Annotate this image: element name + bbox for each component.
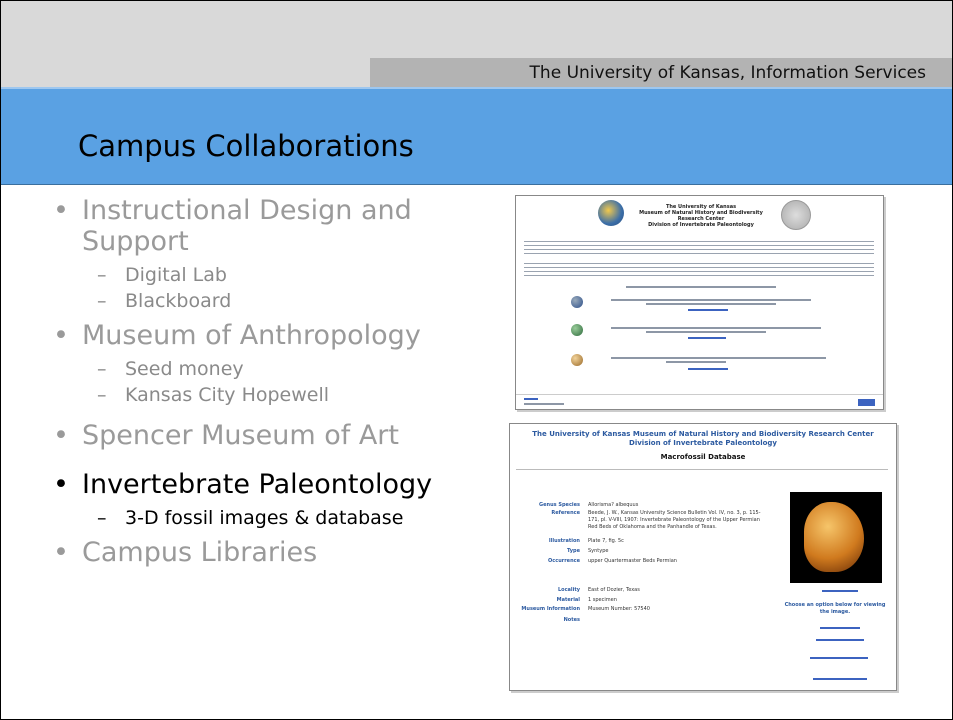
organization-name: The University of Kansas, Information Se… — [529, 63, 926, 83]
3d-animated-image-link[interactable] — [816, 639, 864, 641]
globe-logo-icon — [598, 200, 624, 226]
sub-bullet-label: 3-D fossil images & database — [125, 507, 404, 529]
field-value: Syntype — [588, 548, 609, 554]
description-paragraph — [524, 262, 874, 278]
bullet-label: Museum of Anthropology — [82, 320, 421, 351]
microfossil-text-2 — [666, 361, 726, 363]
field-label: Reference — [551, 510, 580, 516]
sub-bullet-item: Blackboard — [29, 288, 499, 314]
bullet-list: Instructional Design and Support Digital … — [29, 195, 499, 568]
screenshot-header-text: The University of Kansas Museum of Natur… — [639, 204, 763, 228]
macrofossil-icon — [571, 296, 583, 308]
bullet-label: Invertebrate Paleontology — [82, 469, 433, 500]
microfossil-icon — [571, 354, 583, 366]
sub-bullet-label: Blackboard — [125, 290, 232, 312]
screenshot-footer — [516, 394, 883, 409]
trace-fossil-link[interactable] — [688, 337, 726, 339]
bullet-label: Instructional Design and Support — [82, 195, 412, 257]
trace-fossil-text — [611, 327, 821, 329]
fossil-specimen-icon — [804, 502, 864, 572]
classification-link[interactable] — [822, 590, 858, 592]
database-page-subtitle: Macrofossil Database — [660, 453, 746, 461]
large-3d-animated-image-link[interactable] — [810, 657, 868, 659]
database-page-title: The University of Kansas Museum of Natur… — [532, 430, 874, 447]
field-label: Occurrence — [548, 558, 580, 564]
sub-bullet-label: Kansas City Hopewell — [125, 384, 330, 406]
macrofossil-database-screenshot: The University of Kansas Museum of Natur… — [509, 423, 897, 691]
sub-bullet-item: 3-D fossil images & database — [29, 505, 499, 531]
sub-bullet-item: Digital Lab — [29, 262, 499, 288]
slide: The University of Kansas, Information Se… — [0, 0, 953, 720]
field-label: Type — [566, 548, 580, 554]
footer-badge — [858, 399, 875, 406]
organization-bar: The University of Kansas, Information Se… — [370, 58, 952, 87]
bullet-item: Spencer Museum of Art — [29, 420, 442, 451]
browser-requirements-link[interactable] — [813, 678, 867, 680]
field-value: East of Dozier, Texas — [588, 587, 640, 593]
field-label: Illustration — [548, 538, 580, 544]
field-label: Museum Information — [521, 606, 580, 612]
field-label: Locality — [557, 587, 580, 593]
bullet-item: Instructional Design and Support — [29, 195, 442, 257]
macrofossil-link[interactable] — [688, 309, 728, 311]
screenshot-header: The University of Kansas Museum of Natur… — [516, 196, 883, 234]
seal-logo-icon — [781, 200, 811, 230]
sub-bullet-item: Seed money — [29, 356, 499, 382]
intro-paragraph — [524, 240, 874, 256]
trace-fossil-icon — [571, 324, 583, 336]
field-value: Beede, J. W., Kansas University Science … — [588, 510, 761, 530]
title-bar: Campus Collaborations — [1, 87, 952, 185]
last-updated-text — [524, 403, 564, 405]
sub-bullet-label: Seed money — [125, 358, 244, 380]
field-label: Notes — [563, 617, 580, 623]
field-value: 1 specimen — [588, 597, 617, 603]
header-divider — [516, 469, 888, 470]
bullet-item: Museum of Anthropology — [29, 320, 499, 351]
fossil-image — [790, 492, 882, 583]
paleontology-homepage-screenshot: The University of Kansas Museum of Natur… — [515, 195, 884, 410]
instruction-line — [626, 286, 776, 288]
2d-image-series-link[interactable] — [820, 627, 860, 629]
bullet-item: Invertebrate Paleontology — [29, 469, 499, 500]
contact-link[interactable] — [524, 398, 538, 400]
bullet-label: Spencer Museum of Art — [82, 420, 399, 451]
field-value: Museum Number: 57540 — [588, 606, 650, 612]
microfossil-link[interactable] — [688, 368, 728, 370]
microfossil-text — [611, 357, 826, 359]
field-value: Allorisma? albequus — [588, 502, 639, 508]
sub-bullet-item: Kansas City Hopewell — [29, 382, 499, 408]
trace-fossil-text-2 — [646, 331, 766, 333]
bullet-item: Campus Libraries — [29, 537, 499, 568]
macrofossil-text-2 — [646, 303, 776, 305]
sub-bullet-label: Digital Lab — [125, 264, 227, 286]
bullet-label: Campus Libraries — [82, 537, 318, 568]
field-label: Material — [556, 597, 580, 603]
macrofossil-text — [611, 299, 811, 301]
choose-option-text: Choose an option below for viewing the i… — [784, 602, 886, 615]
field-value: upper Quartermaster Beds Permian — [588, 558, 677, 564]
field-label: Genus Species — [539, 502, 580, 508]
slide-title: Campus Collaborations — [78, 129, 414, 163]
field-value: Plate 7, fig. 5c — [588, 538, 624, 544]
